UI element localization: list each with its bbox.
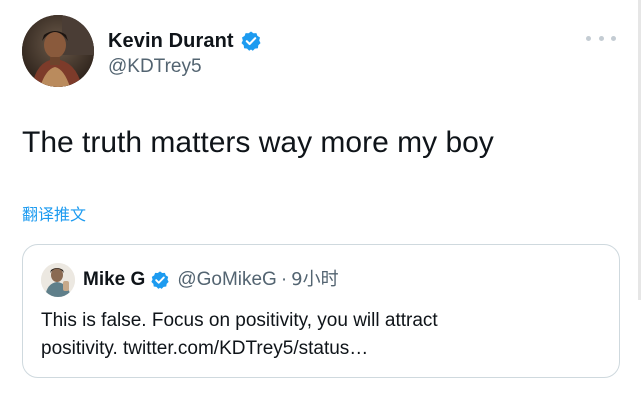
more-dots-icon [598,35,604,41]
tweet-card: Kevin Durant @KDTrey5 The truth matters … [0,0,641,408]
more-options-button[interactable] [586,30,616,46]
tweet-text: The truth matters way more my boy [22,126,494,159]
quote-avatar-image [41,263,75,297]
separator-dot: · [280,269,288,290]
quote-text-line: This is false. Focus on positivity, you … [41,310,438,331]
quote-text-line: positivity. twitter.com/KDTrey5/status… [41,338,369,359]
translate-tweet-link[interactable]: 翻译推文 [22,204,86,226]
quote-avatar[interactable] [41,263,75,297]
quoted-tweet-card[interactable]: Mike G @GoMikeG · 9小时 This is false. Foc… [22,244,620,378]
quote-timestamp[interactable]: 9小时 [291,267,338,293]
quote-author-handle[interactable]: @GoMikeG [177,267,277,293]
verified-badge-icon [240,30,262,52]
avatar[interactable] [22,15,94,87]
quote-text: This is false. Focus on positivity, you … [41,307,601,363]
quote-header: Mike G @GoMikeG · 9小时 [83,267,339,293]
author-name-row: Kevin Durant [108,28,262,54]
more-dots-icon [611,35,616,41]
author-handle[interactable]: @KDTrey5 [108,55,202,79]
author-name[interactable]: Kevin Durant [108,28,234,54]
quote-author-name[interactable]: Mike G [83,267,145,293]
verified-badge-icon [150,270,170,290]
avatar-image [22,15,94,87]
more-dots-icon [586,35,591,41]
